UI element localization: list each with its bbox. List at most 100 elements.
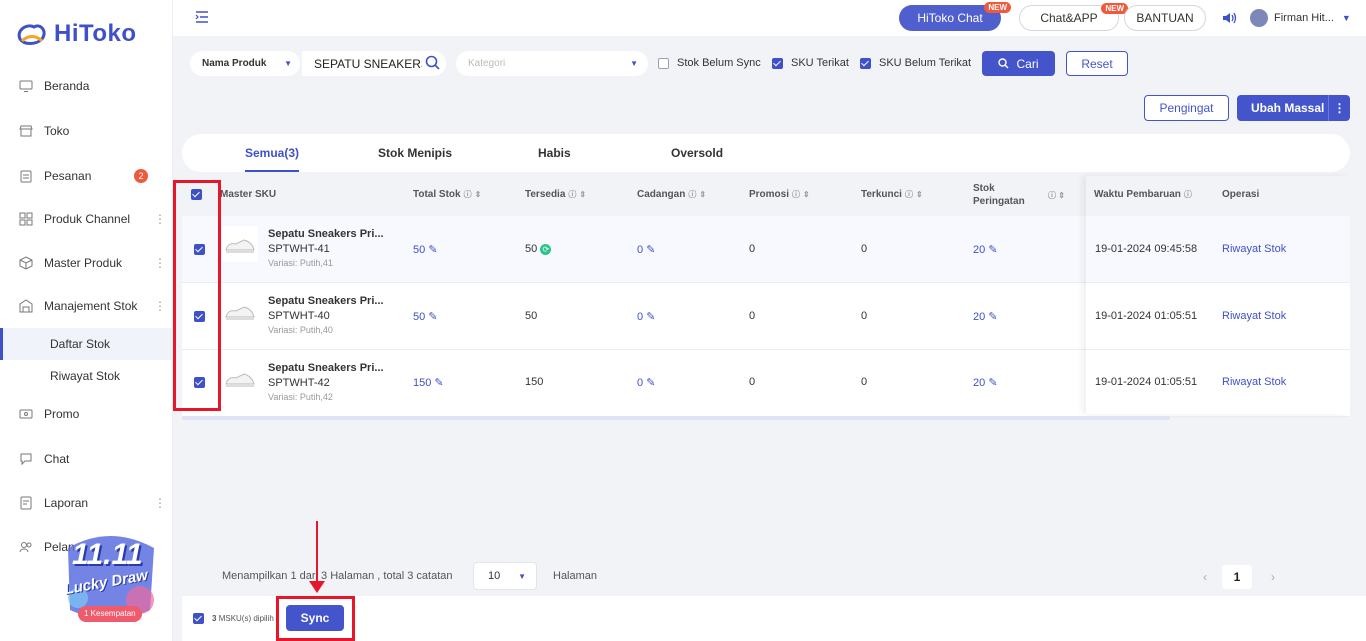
bantuan-button[interactable]: BANTUAN [1124, 5, 1206, 31]
horizontal-scrollbar[interactable] [182, 416, 1170, 420]
halaman-label: Halaman [553, 570, 598, 582]
sidebar-item-master-produk[interactable]: Master Produk ⋮ [0, 245, 172, 281]
th-tersedia[interactable]: Tersedia ⓘ ⇕ [525, 189, 586, 200]
bulk-select-checkbox[interactable] [193, 613, 204, 624]
th-promosi[interactable]: Promosi ⓘ ⇕ [749, 189, 810, 200]
more-vertical-icon[interactable]: ⋮ [154, 256, 166, 270]
value: 0 [637, 377, 644, 389]
product-name[interactable]: Sepatu Sneakers Pri... [268, 228, 392, 240]
sort-icon[interactable]: ⇕ [699, 190, 706, 199]
sidebar-subitem-riwayat-stok[interactable]: Riwayat Stok [0, 360, 172, 392]
tab-stok-menipis[interactable]: Stok Menipis [378, 146, 452, 160]
sidebar-item-beranda[interactable]: Beranda [0, 68, 172, 104]
selected-count: 3 MSKU(s) dipilih [212, 614, 274, 623]
tab-habis[interactable]: Habis [538, 146, 571, 160]
sku-belum-terikat-checkbox[interactable]: SKU Belum Terikat [860, 57, 971, 69]
peringatan-value[interactable]: 20 ✎ [973, 243, 998, 256]
header-label: Tersedia [525, 189, 566, 200]
sidebar-item-toko[interactable]: Toko [0, 113, 172, 149]
edit-icon[interactable]: ✎ [988, 377, 997, 389]
edit-icon[interactable]: ✎ [646, 377, 655, 389]
header-label: Master SKU [220, 189, 277, 200]
clipboard-icon [18, 168, 34, 184]
checkbox-checked[interactable] [772, 57, 783, 69]
product-name[interactable]: Sepatu Sneakers Pri... [268, 362, 392, 374]
sidebar-item-pesanan[interactable]: Pesanan 2 [0, 158, 172, 194]
hitoko-logo[interactable]: HiToko [14, 20, 137, 48]
stok-belum-sync-checkbox[interactable]: Stok Belum Sync [658, 57, 761, 69]
th-total-stok[interactable]: Total Stok ⓘ ⇕ [413, 189, 481, 200]
page-size-select[interactable]: 10 ▼ [473, 562, 537, 590]
sort-icon[interactable]: ⇕ [475, 190, 482, 199]
speaker-icon[interactable] [1222, 11, 1238, 28]
ubah-massal-label: Ubah Massal [1251, 101, 1325, 115]
search-input[interactable]: SEPATU SNEAKERS [302, 51, 446, 76]
more-vertical-icon[interactable]: ⋮ [154, 496, 166, 510]
info-icon: ⓘ [568, 190, 577, 199]
edit-icon[interactable]: ✎ [428, 311, 437, 323]
monitor-icon [18, 78, 34, 94]
chat-app-button[interactable]: Chat&APP NEW [1019, 3, 1128, 31]
reset-button[interactable]: Reset [1066, 51, 1128, 76]
next-page-button[interactable]: › [1258, 565, 1288, 589]
checkbox-label: SKU Belum Terikat [879, 57, 972, 69]
sidebar-item-chat[interactable]: Chat [0, 441, 172, 477]
th-cadangan[interactable]: Cadangan ⓘ ⇕ [637, 189, 706, 200]
sync-icon[interactable]: ⟳ [540, 244, 552, 255]
sidebar-item-label: Beranda [44, 79, 90, 93]
info-icon: ⓘ [904, 190, 913, 199]
ubah-massal-button[interactable]: Ubah Massal ⋮ [1237, 95, 1350, 121]
search-icon[interactable] [425, 55, 440, 73]
edit-icon[interactable]: ✎ [428, 244, 437, 256]
product-type-select[interactable]: Nama Produk ▼ [190, 51, 300, 76]
more-vertical-icon[interactable]: ⋮ [1328, 95, 1350, 121]
product-thumbnail [222, 226, 258, 262]
peringatan-value[interactable]: 20 ✎ [973, 376, 998, 389]
sku-terikat-checkbox[interactable]: SKU Terikat [772, 57, 849, 69]
pengingat-button[interactable]: Pengingat [1144, 95, 1229, 121]
sidebar-item-promo[interactable]: Promo [0, 396, 172, 432]
checkbox-unchecked[interactable] [658, 57, 669, 69]
pagination-summary: Menampilkan 1 dari 3 Halaman , total 3 c… [222, 570, 453, 582]
new-tag: NEW [984, 2, 1011, 13]
edit-icon[interactable]: ✎ [434, 377, 443, 389]
sort-icon[interactable]: ⇕ [916, 190, 923, 199]
total-stok-value[interactable]: 50 ✎ [413, 310, 438, 323]
sort-icon[interactable]: ⇕ [579, 190, 586, 199]
page-button-current[interactable]: 1 [1222, 565, 1252, 589]
cari-button[interactable]: Cari [982, 51, 1055, 76]
edit-icon[interactable]: ✎ [988, 244, 997, 256]
cadangan-value[interactable]: 0 ✎ [637, 310, 655, 323]
category-select[interactable]: Kategori ▼ [456, 51, 648, 76]
edit-icon[interactable]: ✎ [646, 244, 655, 256]
tab-oversold[interactable]: Oversold [671, 146, 723, 160]
total-stok-value[interactable]: 150 ✎ [413, 376, 444, 389]
product-name[interactable]: Sepatu Sneakers Pri... [268, 295, 392, 307]
menu-collapse-icon[interactable] [195, 10, 209, 27]
hitoko-chat-button[interactable]: HiToko Chat NEW [899, 2, 1011, 31]
more-vertical-icon[interactable]: ⋮ [154, 299, 166, 313]
edit-icon[interactable]: ✎ [646, 311, 655, 323]
total-stok-value[interactable]: 50 ✎ [413, 243, 438, 256]
tab-semua[interactable]: Semua(3) [245, 146, 300, 172]
th-stok-peringatan[interactable]: Stok Peringatan [973, 182, 1025, 208]
info-icon: ⓘ ⇕ [1048, 191, 1065, 200]
lucky-draw-promo[interactable]: 11.11 Lucky Draw 1 Kesempatan [58, 528, 162, 628]
sidebar-item-manajement-stok[interactable]: Manajement Stok ⋮ [0, 288, 172, 324]
edit-icon[interactable]: ✎ [988, 311, 997, 323]
value: 20 [973, 244, 986, 256]
peringatan-value[interactable]: 20 ✎ [973, 310, 998, 323]
promo-chance-badge: 1 Kesempatan [78, 606, 142, 622]
cadangan-value[interactable]: 0 ✎ [637, 243, 655, 256]
sort-icon[interactable]: ⇕ [803, 190, 810, 199]
th-terkunci[interactable]: Terkunci ⓘ ⇕ [861, 189, 923, 200]
user-menu[interactable]: Firman Hit... ▼ [1250, 9, 1351, 27]
checkbox-checked[interactable] [860, 57, 871, 69]
more-vertical-icon[interactable]: ⋮ [154, 212, 166, 226]
cadangan-value[interactable]: 0 ✎ [637, 376, 655, 389]
sidebar-item-laporan[interactable]: Laporan ⋮ [0, 485, 172, 521]
sidebar-item-produk-channel[interactable]: Produk Channel ⋮ [0, 201, 172, 237]
header-label: Peringatan [973, 196, 1025, 207]
sidebar-subitem-daftar-stok[interactable]: Daftar Stok [0, 328, 172, 360]
prev-page-button[interactable]: ‹ [1190, 565, 1220, 589]
